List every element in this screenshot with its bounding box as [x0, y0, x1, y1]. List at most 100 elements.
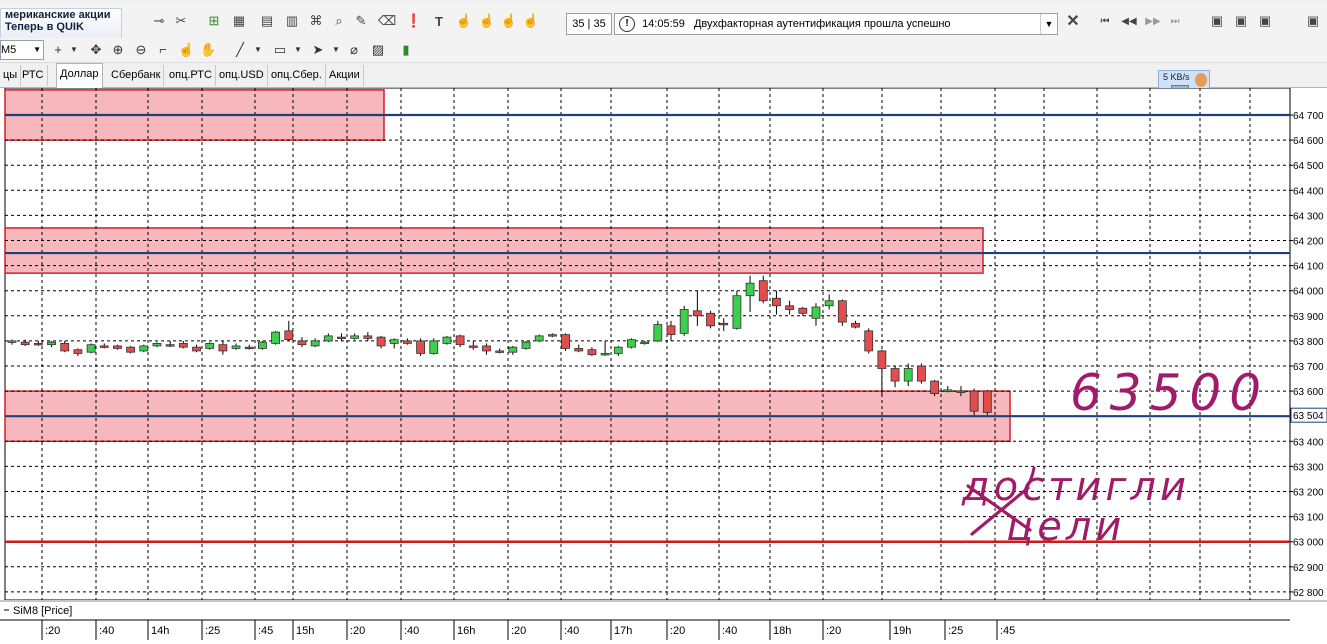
connect-icon[interactable]: ⊸: [150, 12, 168, 30]
disconnect-icon[interactable]: ✂: [172, 12, 190, 30]
search-icon[interactable]: ⌕: [330, 12, 348, 30]
hand-icon-1[interactable]: ☝: [455, 12, 473, 30]
crosshair-dropdown-icon[interactable]: ▼: [66, 41, 82, 59]
message-dropdown-icon[interactable]: ▼: [1040, 14, 1057, 34]
candle-body: [600, 353, 610, 356]
crosshair-icon[interactable]: +: [50, 41, 66, 59]
price-chart[interactable]: 64 700 64 600 64 500 64 400 64 300 64 200 64 1…: [0, 88, 1327, 644]
candle-body: [402, 340, 412, 344]
tab-opt-rts[interactable]: опц.РТС: [166, 65, 216, 86]
grab-hand-icon[interactable]: ✋: [200, 41, 216, 59]
text-tool-icon[interactable]: T: [430, 12, 448, 30]
price-axis-label: 64 600: [1293, 136, 1324, 147]
candle-body: [376, 336, 386, 347]
time-axis-label: :20: [350, 625, 365, 637]
candle-body: [534, 335, 544, 342]
hand-icon-3[interactable]: ☝: [500, 12, 518, 30]
line-tool-icon[interactable]: ╱: [232, 41, 248, 59]
zoom-in-icon[interactable]: ⊕: [110, 41, 126, 59]
window-icon-3[interactable]: ▣: [1256, 12, 1274, 30]
candle-body: [706, 312, 715, 327]
candle-body: [561, 334, 570, 349]
new-window-icon[interactable]: ⊞: [205, 12, 223, 30]
chart-canvas[interactable]: 64 700 64 600 64 500 64 400 64 300 64 200 64 1…: [0, 88, 1327, 644]
candle: [205, 342, 215, 350]
candle-body: [758, 280, 768, 302]
candle: [706, 310, 715, 329]
edit-icon[interactable]: ✎: [352, 12, 370, 30]
hand-icon-2[interactable]: ☝: [478, 12, 496, 30]
last-icon[interactable]: ⏭: [1166, 12, 1184, 30]
tab-rts[interactable]: РТС: [19, 65, 48, 86]
price-axis-label: 63 800: [1293, 337, 1324, 348]
arrow-dropdown-icon[interactable]: ▼: [328, 41, 344, 59]
clear-icon[interactable]: ⌫: [378, 12, 396, 30]
interval-select[interactable]: M5 ▼: [0, 40, 44, 60]
table-icon[interactable]: ▦: [230, 12, 248, 30]
tab-opt-sber[interactable]: опц.Сбер.: [268, 65, 326, 86]
window-icon-4[interactable]: ▣: [1304, 12, 1322, 30]
candle-body: [139, 345, 149, 352]
message-box[interactable]: ! 14:05:59 Двухфакторная аутентификация …: [614, 13, 1058, 35]
candle-body: [152, 343, 162, 347]
label-tool-icon[interactable]: ▭: [272, 41, 288, 59]
promo-banner[interactable]: мериканские акции Теперь в QUIK: [0, 8, 122, 40]
time-axis-label: :40: [564, 625, 579, 637]
ruler-icon[interactable]: ⌐: [155, 41, 171, 59]
time-axis-label: 16h: [457, 625, 475, 637]
candle: [561, 333, 570, 351]
move-icon[interactable]: ✥: [88, 41, 104, 59]
candle-body: [851, 322, 860, 328]
hand-icon-4[interactable]: ☝: [522, 12, 540, 30]
candle-body: [442, 336, 452, 344]
candle: [864, 328, 874, 354]
time-axis-label: 17h: [614, 625, 632, 637]
zoom-out-icon[interactable]: ⊖: [133, 41, 149, 59]
candle: [837, 299, 847, 326]
candle-body: [350, 335, 360, 339]
delete-all-icon[interactable]: ▨: [370, 41, 386, 59]
window-icon-2[interactable]: ▣: [1232, 12, 1250, 30]
tab-stocks[interactable]: Акции: [326, 65, 364, 86]
candle-body: [785, 305, 795, 310]
candle-body: [205, 343, 215, 349]
candle-body: [363, 335, 373, 339]
time-axis-label: :40: [99, 625, 114, 637]
pointer-hand-icon[interactable]: ☝: [178, 41, 194, 59]
label-dropdown-icon[interactable]: ▼: [290, 41, 306, 59]
candle: [982, 389, 992, 415]
candle: [917, 363, 926, 384]
prev-icon[interactable]: ◀◀: [1120, 12, 1138, 30]
quotes-icon[interactable]: ▤: [258, 12, 276, 30]
price-axis-label: 63 200: [1293, 488, 1324, 499]
first-icon[interactable]: ⏮: [1096, 12, 1114, 30]
eraser-icon[interactable]: ⌀: [346, 41, 362, 59]
alert-icon[interactable]: ❗: [405, 12, 423, 30]
time-axis-label: :20: [511, 625, 526, 637]
close-icon[interactable]: ✕: [1064, 12, 1082, 30]
main-toolbar: мериканские акции Теперь в QUIK ⊸ ✂ ⊞ ▦ …: [0, 4, 1327, 40]
arrow-tool-icon[interactable]: ➤: [310, 41, 326, 59]
candle-body: [271, 331, 281, 344]
window-icon-1[interactable]: ▣: [1208, 12, 1226, 30]
chevron-down-icon: ▼: [33, 45, 41, 54]
candle-body: [192, 346, 201, 352]
tab-dollar[interactable]: Доллар: [56, 63, 103, 88]
candle-body: [837, 300, 847, 323]
time-axis-label: :25: [948, 625, 963, 637]
bottom-panel: [0, 600, 1327, 644]
next-icon[interactable]: ▶▶: [1144, 12, 1162, 30]
candle-body: [416, 340, 425, 354]
deals-icon[interactable]: ⌘: [307, 12, 325, 30]
price-axis-label: 64 000: [1293, 287, 1324, 298]
price-axis-label: 64 500: [1293, 161, 1324, 172]
candle: [627, 338, 636, 349]
orders-icon[interactable]: ▥: [283, 12, 301, 30]
indicators-icon[interactable]: ▮: [398, 41, 414, 59]
candle-body: [864, 330, 874, 352]
candle-body: [969, 390, 979, 412]
candle-body: [719, 322, 729, 326]
tab-sberbank[interactable]: Сбербанк: [108, 65, 165, 86]
tab-opt-usd[interactable]: опц.USD: [216, 65, 268, 86]
line-dropdown-icon[interactable]: ▼: [250, 41, 266, 59]
